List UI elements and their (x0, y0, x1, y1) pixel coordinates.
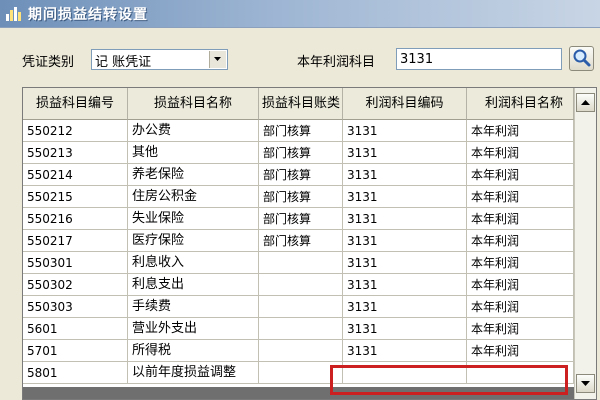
arrow-down-icon (581, 381, 590, 386)
cell-account-code[interactable]: 550216 (23, 208, 128, 230)
cell-profit-code[interactable]: 3131 (343, 252, 467, 274)
cell-profit-name[interactable] (467, 362, 574, 384)
header-profit-loss-code[interactable]: 损益科目编号 (23, 88, 128, 120)
cell-profit-name[interactable]: 本年利润 (467, 252, 574, 274)
cell-account-code[interactable]: 5701 (23, 340, 128, 362)
cell-account-code[interactable]: 550213 (23, 142, 128, 164)
cell-account-category[interactable] (259, 362, 343, 384)
magnifier-icon (573, 49, 591, 67)
cell-profit-name[interactable]: 本年利润 (467, 296, 574, 318)
cell-account-name[interactable]: 营业外支出 (128, 318, 259, 340)
cell-account-code[interactable]: 5601 (23, 318, 128, 340)
cell-profit-code[interactable]: 3131 (343, 164, 467, 186)
cell-profit-name[interactable]: 本年利润 (467, 208, 574, 230)
cell-account-category[interactable] (259, 274, 343, 296)
scroll-down-button[interactable] (576, 374, 595, 393)
table-row[interactable]: 550214 养老保险 部门核算 3131 本年利润 (23, 164, 574, 186)
chart-bars-icon (6, 7, 21, 21)
cell-account-category[interactable] (259, 252, 343, 274)
cell-account-name[interactable]: 所得税 (128, 340, 259, 362)
cell-account-name[interactable]: 利息收入 (128, 252, 259, 274)
profit-account-field[interactable] (396, 48, 562, 70)
cell-account-name[interactable]: 住房公积金 (128, 186, 259, 208)
cell-account-name[interactable]: 利息支出 (128, 274, 259, 296)
voucher-type-label: 凭证类别 (22, 55, 75, 70)
cell-account-name[interactable]: 医疗保险 (128, 230, 259, 252)
cell-account-category[interactable]: 部门核算 (259, 186, 343, 208)
window-title: 期间损益结转设置 (28, 7, 148, 23)
header-profit-loss-category[interactable]: 损益科目账类 (259, 88, 343, 120)
vertical-scrollbar[interactable] (574, 88, 596, 399)
horizontal-scrollbar[interactable] (23, 387, 574, 399)
table-row[interactable]: 5801 以前年度损益调整 (23, 362, 574, 384)
cell-account-code[interactable]: 5801 (23, 362, 128, 384)
cell-account-name[interactable]: 失业保险 (128, 208, 259, 230)
cell-account-code[interactable]: 550301 (23, 252, 128, 274)
voucher-type-select[interactable]: 记 账凭证 (91, 49, 228, 70)
cell-account-code[interactable]: 550215 (23, 186, 128, 208)
cell-account-code[interactable]: 550217 (23, 230, 128, 252)
cell-profit-name[interactable]: 本年利润 (467, 230, 574, 252)
cell-account-category[interactable]: 部门核算 (259, 142, 343, 164)
cell-account-category[interactable]: 部门核算 (259, 208, 343, 230)
header-profit-name[interactable]: 利润科目名称 (467, 88, 574, 120)
cell-profit-name[interactable]: 本年利润 (467, 186, 574, 208)
cell-profit-code[interactable]: 3131 (343, 208, 467, 230)
cell-account-name[interactable]: 其他 (128, 142, 259, 164)
profit-account-input[interactable] (397, 49, 550, 68)
table-row[interactable]: 550301 利息收入 3131 本年利润 (23, 252, 574, 274)
cell-profit-code[interactable]: 3131 (343, 186, 467, 208)
grid-header: 损益科目编号 损益科目名称 损益科目账类 利润科目编码 利润科目名称 (23, 88, 574, 120)
cell-profit-name[interactable]: 本年利润 (467, 340, 574, 362)
cell-account-category[interactable]: 部门核算 (259, 120, 343, 142)
cell-profit-code[interactable]: 3131 (343, 318, 467, 340)
dropdown-button[interactable] (209, 51, 226, 68)
table-row[interactable]: 550303 手续费 3131 本年利润 (23, 296, 574, 318)
cell-account-name[interactable]: 养老保险 (128, 164, 259, 186)
chevron-down-icon (214, 57, 221, 61)
cell-account-category[interactable] (259, 340, 343, 362)
voucher-type-value: 记 账凭证 (95, 55, 152, 70)
cell-account-category[interactable] (259, 318, 343, 340)
table-row[interactable]: 550302 利息支出 3131 本年利润 (23, 274, 574, 296)
cell-profit-code[interactable]: 3131 (343, 274, 467, 296)
scroll-up-button[interactable] (576, 93, 595, 112)
cell-account-category[interactable]: 部门核算 (259, 164, 343, 186)
table-row[interactable]: 5701 所得税 3131 本年利润 (23, 340, 574, 362)
header-profit-code[interactable]: 利润科目编码 (343, 88, 467, 120)
cell-account-name[interactable]: 手续费 (128, 296, 259, 318)
cell-account-name[interactable]: 办公费 (128, 120, 259, 142)
table-row[interactable]: 550212 办公费 部门核算 3131 本年利润 (23, 120, 574, 142)
search-button[interactable] (569, 46, 594, 71)
cell-account-category[interactable]: 部门核算 (259, 230, 343, 252)
cell-profit-name[interactable]: 本年利润 (467, 142, 574, 164)
header-profit-loss-name[interactable]: 损益科目名称 (128, 88, 259, 120)
arrow-up-icon (581, 100, 590, 105)
cell-profit-code[interactable]: 3131 (343, 120, 467, 142)
table-row[interactable]: 5601 营业外支出 3131 本年利润 (23, 318, 574, 340)
cell-account-code[interactable]: 550214 (23, 164, 128, 186)
table-row[interactable]: 550215 住房公积金 部门核算 3131 本年利润 (23, 186, 574, 208)
cell-profit-code[interactable]: 3131 (343, 296, 467, 318)
cell-account-code[interactable]: 550302 (23, 274, 128, 296)
cell-profit-name[interactable]: 本年利润 (467, 164, 574, 186)
cell-profit-code[interactable] (343, 362, 467, 384)
table-row[interactable]: 550217 医疗保险 部门核算 3131 本年利润 (23, 230, 574, 252)
cell-account-code[interactable]: 550303 (23, 296, 128, 318)
cell-profit-code[interactable]: 3131 (343, 340, 467, 362)
cell-account-category[interactable] (259, 296, 343, 318)
cell-account-name[interactable]: 以前年度损益调整 (128, 362, 259, 384)
cell-account-code[interactable]: 550212 (23, 120, 128, 142)
account-grid: 损益科目编号 损益科目名称 损益科目账类 利润科目编码 利润科目名称 55021… (22, 87, 597, 400)
cell-profit-code[interactable]: 3131 (343, 230, 467, 252)
cell-profit-name[interactable]: 本年利润 (467, 274, 574, 296)
table-row[interactable]: 550213 其他 部门核算 3131 本年利润 (23, 142, 574, 164)
title-bar: 期间损益结转设置 (0, 0, 600, 28)
cell-profit-code[interactable]: 3131 (343, 142, 467, 164)
cell-profit-name[interactable]: 本年利润 (467, 120, 574, 142)
table-row[interactable]: 550216 失业保险 部门核算 3131 本年利润 (23, 208, 574, 230)
profit-account-label: 本年利润科目 (297, 55, 376, 70)
cell-profit-name[interactable]: 本年利润 (467, 318, 574, 340)
